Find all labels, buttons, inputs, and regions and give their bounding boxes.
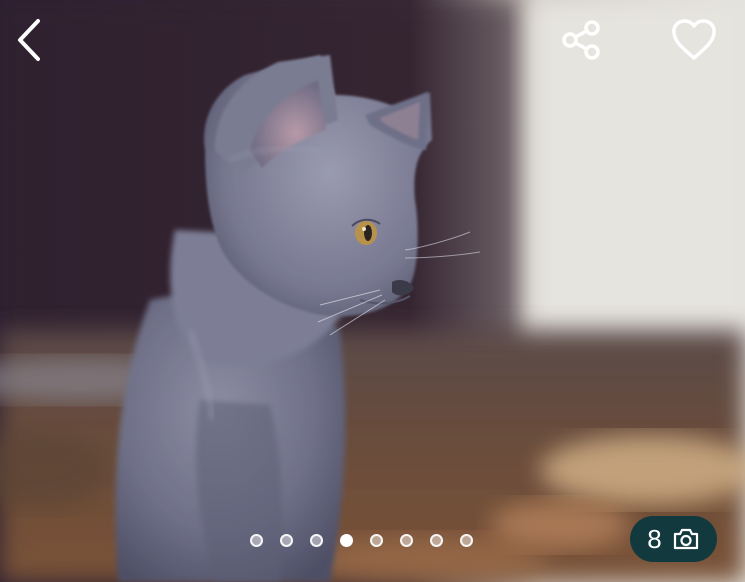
- gallery-photo[interactable]: [0, 0, 745, 582]
- pagination-dot[interactable]: [280, 533, 293, 547]
- photo-gallery[interactable]: 8: [0, 0, 745, 582]
- pagination-dot[interactable]: [370, 533, 383, 547]
- chevron-left-icon: [18, 19, 40, 61]
- photo-count: 8: [647, 524, 662, 554]
- gallery-pagination: [250, 530, 500, 550]
- pagination-dot[interactable]: [460, 533, 473, 547]
- heart-outline-icon: [672, 19, 716, 60]
- pagination-dot[interactable]: [250, 533, 263, 547]
- photo-count-badge[interactable]: 8: [630, 516, 717, 562]
- pagination-dot[interactable]: [310, 533, 323, 547]
- pagination-dot[interactable]: [430, 533, 443, 547]
- share-button[interactable]: [556, 14, 608, 66]
- pagination-dot[interactable]: [340, 533, 353, 547]
- pagination-dot[interactable]: [400, 533, 413, 547]
- back-button[interactable]: [6, 12, 54, 68]
- share-icon: [562, 20, 600, 60]
- favorite-button[interactable]: [666, 12, 722, 68]
- camera-icon: [673, 528, 698, 550]
